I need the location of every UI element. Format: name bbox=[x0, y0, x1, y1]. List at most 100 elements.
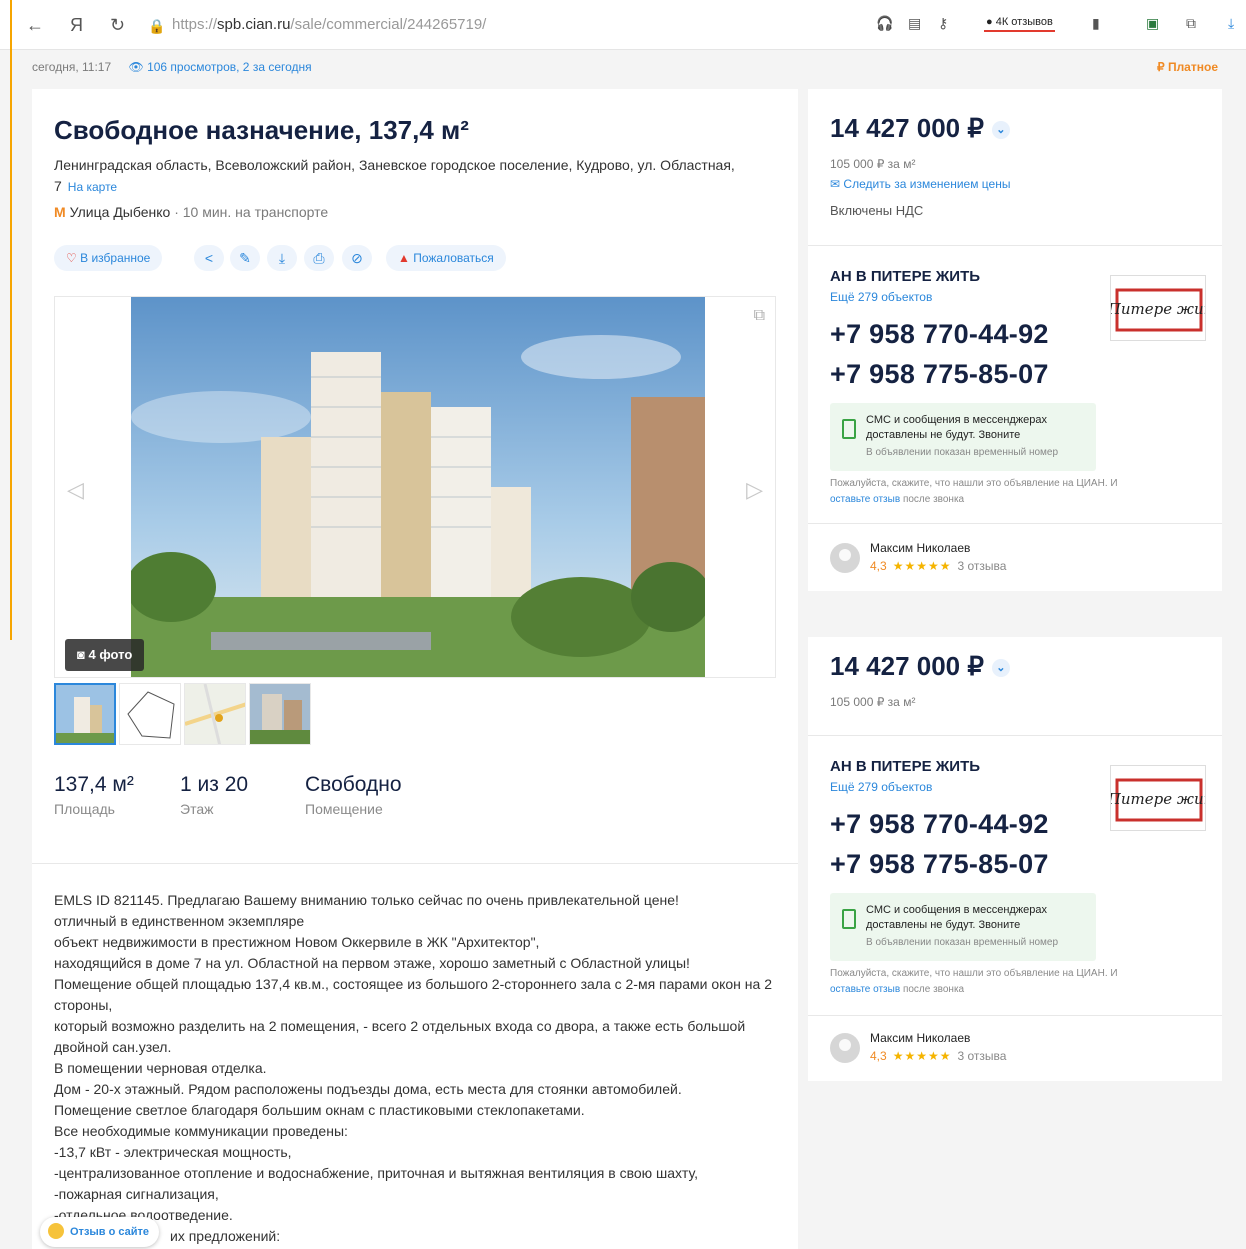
main-photo[interactable] bbox=[131, 297, 705, 677]
thumbnail[interactable] bbox=[184, 683, 246, 745]
agent-rating: 4,3 ★★★★★ 3 отзыва bbox=[870, 559, 1007, 573]
map-link[interactable]: На карте bbox=[68, 180, 117, 194]
chevron-down-icon[interactable]: ⌄ bbox=[991, 659, 1010, 678]
photo-gallery: ◁ ▷ ⧉ ◙ 4 фото bbox=[54, 296, 776, 678]
print-button[interactable]: ⎙ bbox=[304, 245, 334, 271]
divider bbox=[808, 1015, 1222, 1016]
price: 14 427 000 ₽ ⌄ bbox=[830, 651, 1010, 682]
agency-logo[interactable]: В Питере жить bbox=[1110, 765, 1206, 831]
favorite-button[interactable]: ♡ В избранное bbox=[54, 245, 163, 271]
metro-info: M Улица Дыбенко · 10 мин. на транспорте bbox=[54, 204, 329, 220]
thumbnail-image bbox=[250, 684, 310, 744]
phone-number[interactable]: +7 958 770-44-92 bbox=[830, 809, 1049, 840]
thumbnail-image bbox=[56, 685, 114, 743]
floorplan-thumbnail bbox=[120, 684, 180, 744]
hide-icon: ⊘ bbox=[351, 250, 363, 266]
phone-number[interactable]: +7 958 770-44-92 bbox=[830, 319, 1049, 350]
description: EMLS ID 821145. Предлагаю Вашему внимани… bbox=[54, 892, 772, 1244]
phone-number[interactable]: +7 958 775-85-07 bbox=[830, 359, 1049, 390]
param-floor: 1 из 20 Этаж bbox=[180, 773, 249, 817]
agency-name[interactable]: АН В ПИТЕРЕ ЖИТЬ bbox=[830, 268, 980, 285]
more-objects-link[interactable]: Ещё 279 объектов bbox=[830, 290, 932, 304]
sms-notice: СМС и сообщения в мессенджерах доставлен… bbox=[830, 403, 1096, 471]
reader-icon[interactable]: ▤ bbox=[908, 15, 921, 32]
envelope-icon: ✉ bbox=[830, 177, 841, 191]
warning-icon: ▲ bbox=[398, 251, 410, 265]
fullscreen-icon[interactable]: ⧉ bbox=[754, 307, 765, 325]
more-objects-link[interactable]: Ещё 279 объектов bbox=[830, 780, 932, 794]
param-room: Свободно Помещение bbox=[305, 773, 402, 817]
printer-icon: ⎙ bbox=[313, 250, 325, 266]
site-reviews-pill[interactable]: ● 4К отзывов bbox=[984, 14, 1055, 32]
price-contact-card-sticky: 14 427 000 ₽ ⌄ 105 000 ₽ за м² АН В ПИТЕР… bbox=[808, 637, 1222, 1081]
price-per-meter: 105 000 ₽ за м² bbox=[830, 695, 916, 709]
section-divider bbox=[32, 863, 798, 864]
edit-button[interactable]: ✎ bbox=[230, 245, 260, 271]
listing-card: Свободное назначение, 137,4 м² Ленинград… bbox=[32, 89, 798, 1249]
price-contact-card: 14 427 000 ₽ ⌄ 105 000 ₽ за м² ✉ Следить … bbox=[808, 89, 1222, 591]
lock-icon: 🔒 bbox=[148, 18, 166, 34]
agency-name[interactable]: АН В ПИТЕРЕ ЖИТЬ bbox=[830, 758, 980, 775]
price: 14 427 000 ₽ ⌄ bbox=[830, 113, 1010, 144]
collections-icon[interactable]: ⧉ bbox=[1186, 15, 1196, 32]
star-rating-icon: ★★★★★ bbox=[892, 1049, 952, 1063]
avatar bbox=[830, 1033, 860, 1063]
back-arrow-icon[interactable]: ← bbox=[26, 15, 44, 36]
share-icon: < bbox=[204, 250, 214, 266]
camera-icon: ◙ bbox=[77, 647, 85, 662]
divider bbox=[808, 735, 1222, 736]
permissions-icon[interactable]: ⚷ bbox=[938, 15, 948, 32]
cian-mention-note: Пожалуйста, скажите, что нашли это объяв… bbox=[830, 478, 1118, 505]
reload-icon[interactable]: ↻ bbox=[110, 15, 125, 36]
address: Ленинградская область, Всеволожский райо… bbox=[54, 157, 735, 194]
metro-icon: M bbox=[54, 204, 66, 220]
browser-toolbar: ← Я ↻ 🔒 https://spb.cian.ru/sale/commerc… bbox=[0, 0, 1246, 50]
agent-name[interactable]: Максим Николаев bbox=[870, 541, 970, 555]
bookmark-icon[interactable]: ▮ bbox=[1092, 15, 1100, 32]
download-button[interactable]: ⤓ bbox=[267, 245, 297, 271]
headphones-icon[interactable]: 🎧 bbox=[876, 15, 893, 32]
map-thumbnail bbox=[185, 684, 245, 744]
chevron-down-icon[interactable]: ⌄ bbox=[991, 121, 1010, 140]
agent-name[interactable]: Максим Николаев bbox=[870, 1031, 970, 1045]
star-rating-icon: ★★★★★ bbox=[892, 559, 952, 573]
sms-notice: СМС и сообщения в мессенджерах доставлен… bbox=[830, 893, 1096, 961]
complain-button[interactable]: ▲ Пожаловаться bbox=[386, 245, 506, 271]
heart-icon: ♡ bbox=[66, 251, 77, 265]
paid-badge[interactable]: ₽ Платное bbox=[1157, 60, 1218, 74]
prev-photo-arrow-icon[interactable]: ◁ bbox=[67, 477, 84, 503]
share-button[interactable]: < bbox=[194, 245, 224, 271]
yandex-icon[interactable]: Я bbox=[70, 15, 83, 36]
listing-meta: сегодня, 11:17 👁 106 просмотров, 2 за се… bbox=[32, 60, 312, 74]
thumbnail[interactable] bbox=[119, 683, 181, 745]
follow-price-link[interactable]: ✉ Следить за изменением цены bbox=[830, 177, 1010, 191]
phone-number[interactable]: +7 958 775-85-07 bbox=[830, 849, 1049, 880]
views-count[interactable]: 👁 106 просмотров, 2 за сегодня bbox=[128, 60, 311, 74]
photo-count-badge[interactable]: ◙ 4 фото bbox=[65, 639, 145, 671]
hide-button[interactable]: ⊘ bbox=[342, 245, 372, 271]
avatar bbox=[830, 543, 860, 573]
vat-info: Включены НДС bbox=[830, 203, 924, 218]
thumbnail[interactable] bbox=[54, 683, 116, 745]
leave-review-link[interactable]: оставьте отзыв bbox=[830, 494, 900, 505]
download-icon[interactable]: ⤓ bbox=[1228, 15, 1234, 32]
phone-icon bbox=[842, 909, 856, 929]
thumbnail[interactable] bbox=[249, 683, 311, 745]
pencil-icon: ✎ bbox=[239, 250, 251, 266]
leave-review-link[interactable]: оставьте отзыв bbox=[830, 984, 900, 995]
param-area: 137,4 м² Площадь bbox=[54, 773, 134, 817]
agency-logo[interactable]: В Питере жить bbox=[1110, 275, 1206, 341]
publish-time: сегодня, 11:17 bbox=[32, 60, 112, 74]
smiley-icon bbox=[48, 1223, 64, 1240]
extension-icon[interactable]: ▣ bbox=[1146, 15, 1159, 32]
address-bar[interactable]: https://spb.cian.ru/sale/commercial/2442… bbox=[172, 16, 486, 33]
price-per-meter: 105 000 ₽ за м² bbox=[830, 157, 916, 171]
agency-logo-image: В Питере жить bbox=[1111, 288, 1206, 332]
divider bbox=[808, 245, 1222, 246]
svg-text:В Питере жить: В Питере жить bbox=[1111, 790, 1206, 808]
phone-icon bbox=[842, 419, 856, 439]
agent-rating: 4,3 ★★★★★ 3 отзыва bbox=[870, 1049, 1007, 1063]
svg-text:В Питере жить: В Питере жить bbox=[1111, 300, 1206, 318]
metro-station[interactable]: Улица Дыбенко bbox=[70, 204, 171, 220]
next-photo-arrow-icon[interactable]: ▷ bbox=[746, 477, 763, 503]
